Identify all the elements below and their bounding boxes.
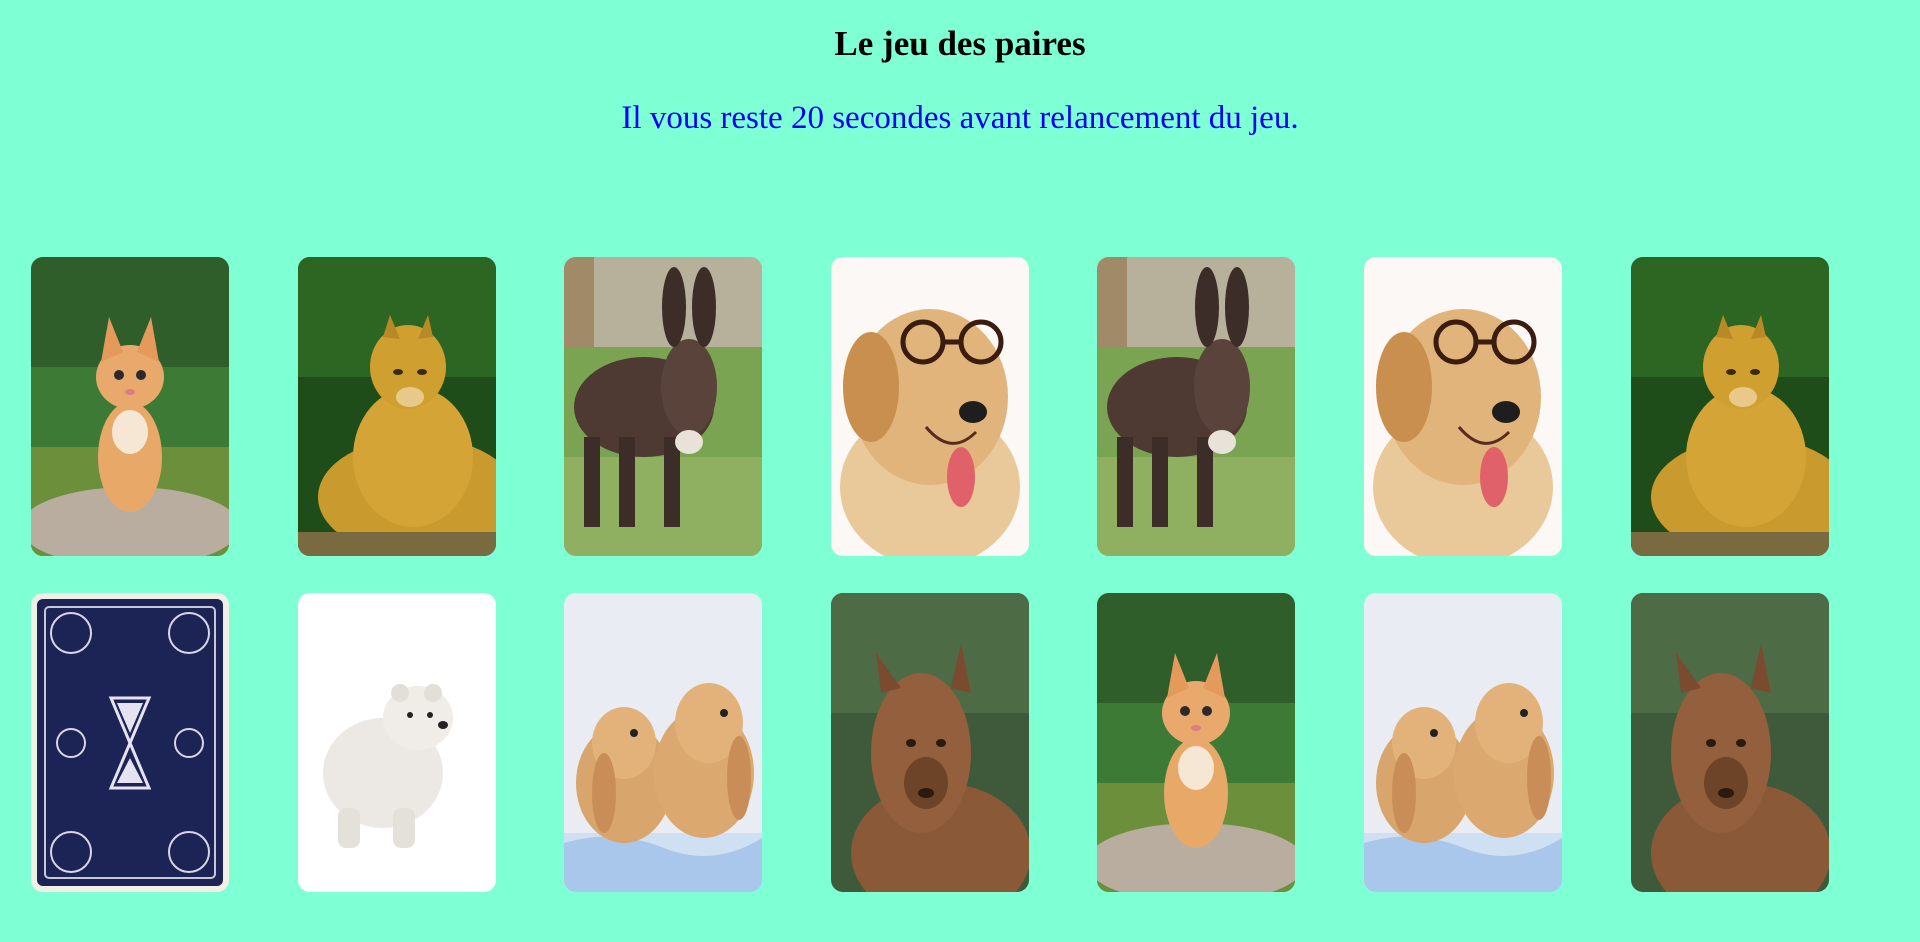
card-lioness[interactable] xyxy=(297,257,496,556)
card-dog-with-glasses[interactable] xyxy=(1363,257,1562,556)
polar-bear-cub-image xyxy=(297,593,496,892)
bunnies-image xyxy=(1363,593,1562,892)
card-kitten[interactable] xyxy=(31,257,229,556)
card-donkey[interactable] xyxy=(564,257,763,556)
card-donkey[interactable] xyxy=(1097,257,1296,556)
alpaca-image xyxy=(830,593,1029,892)
card-bunnies[interactable] xyxy=(564,593,763,892)
restart-timer-text: Il vous reste 20 secondes avant relancem… xyxy=(621,100,1299,136)
lioness-image xyxy=(1630,257,1829,556)
card-back-image xyxy=(31,593,229,892)
game-title: Le jeu des paires xyxy=(834,24,1086,63)
card-alpaca[interactable] xyxy=(1630,593,1829,892)
donkey-image xyxy=(564,257,763,556)
donkey-image xyxy=(1097,257,1296,556)
alpaca-image xyxy=(1630,593,1829,892)
card-face-down[interactable] xyxy=(31,593,229,892)
bunnies-image xyxy=(564,593,763,892)
card-polar-bear-cub[interactable] xyxy=(297,593,496,892)
card-kitten[interactable] xyxy=(1097,593,1296,892)
kitten-image xyxy=(1097,593,1296,892)
card-grid xyxy=(31,257,1829,892)
card-lioness[interactable] xyxy=(1630,257,1829,556)
card-alpaca[interactable] xyxy=(830,593,1029,892)
dog-with-glasses-image xyxy=(830,257,1029,556)
lioness-image xyxy=(297,257,496,556)
kitten-image xyxy=(31,257,229,556)
card-bunnies[interactable] xyxy=(1363,593,1562,892)
card-dog-with-glasses[interactable] xyxy=(830,257,1029,556)
dog-with-glasses-image xyxy=(1363,257,1562,556)
